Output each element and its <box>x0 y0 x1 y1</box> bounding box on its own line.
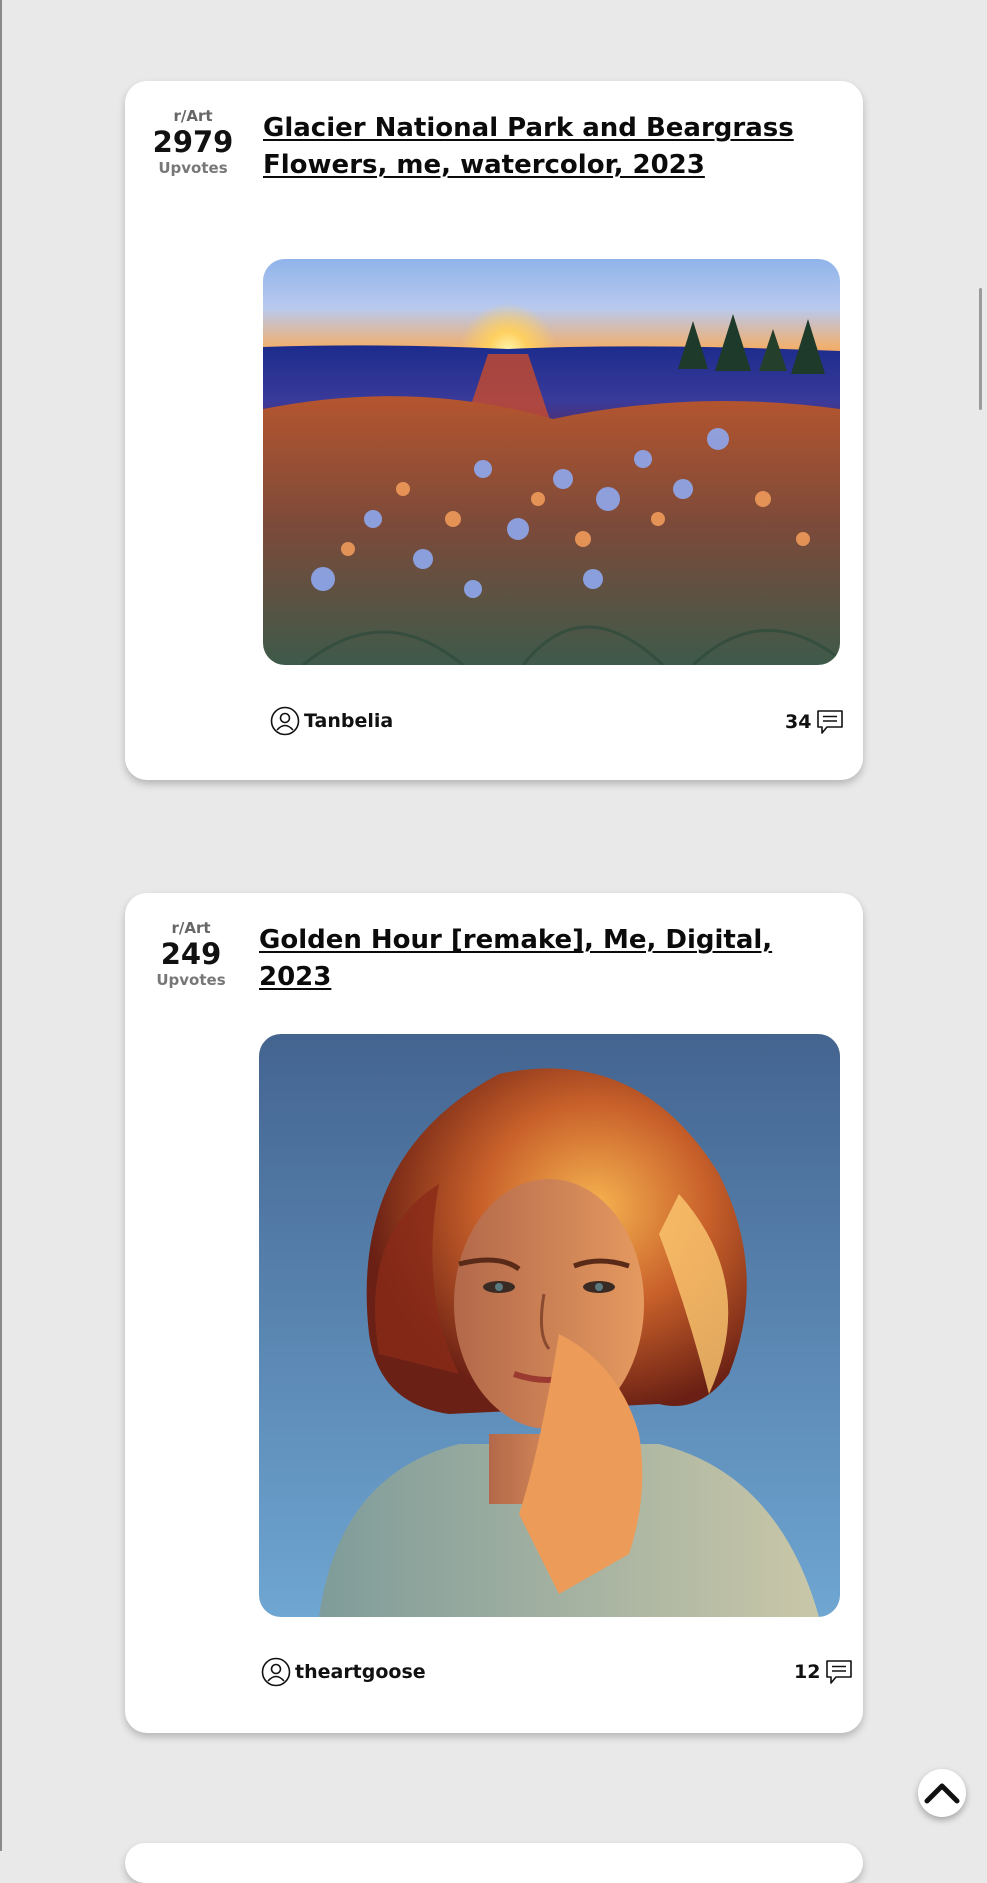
upvote-count: 249 <box>160 937 222 971</box>
post-title-link[interactable]: Golden Hour [remake], Me, Digital, 2023 <box>259 922 849 996</box>
post-image[interactable] <box>263 259 840 665</box>
post-card <box>125 1843 863 1883</box>
back-to-top-button[interactable] <box>918 1769 966 1817</box>
post-author[interactable]: Tanbelia <box>270 706 393 736</box>
comment-icon <box>824 1658 854 1686</box>
comment-count: 12 <box>794 1661 821 1683</box>
user-circle-icon <box>270 706 300 736</box>
window-edge <box>0 0 2 1851</box>
post-image[interactable] <box>259 1034 840 1617</box>
comment-icon <box>815 708 845 736</box>
subreddit-label: r/Art <box>171 919 211 937</box>
post-title-link[interactable]: Glacier National Park and Beargrass Flow… <box>263 110 853 184</box>
vote-block: r/Art 2979 Upvotes <box>148 107 238 177</box>
post-card: r/Art 249 Upvotes Golden Hour [remake], … <box>125 893 863 1733</box>
post-author[interactable]: theartgoose <box>261 1657 426 1687</box>
upvote-count: 2979 <box>152 125 234 159</box>
author-name: theartgoose <box>295 1661 426 1683</box>
upvotes-label: Upvotes <box>156 971 226 989</box>
scrollbar-thumb[interactable] <box>979 288 982 410</box>
post-card: r/Art 2979 Upvotes Glacier National Park… <box>125 81 863 780</box>
comment-count-button[interactable]: 12 <box>794 1658 854 1686</box>
chevron-up-icon <box>922 1780 962 1806</box>
comment-count: 34 <box>785 711 812 733</box>
vote-block: r/Art 249 Upvotes <box>146 919 236 989</box>
user-circle-icon <box>261 1657 291 1687</box>
subreddit-label: r/Art <box>173 107 213 125</box>
portrait-painting-icon <box>259 1034 840 1617</box>
upvotes-label: Upvotes <box>158 159 228 177</box>
author-name: Tanbelia <box>304 710 394 732</box>
landscape-painting-icon <box>263 259 840 665</box>
comment-count-button[interactable]: 34 <box>785 708 845 736</box>
